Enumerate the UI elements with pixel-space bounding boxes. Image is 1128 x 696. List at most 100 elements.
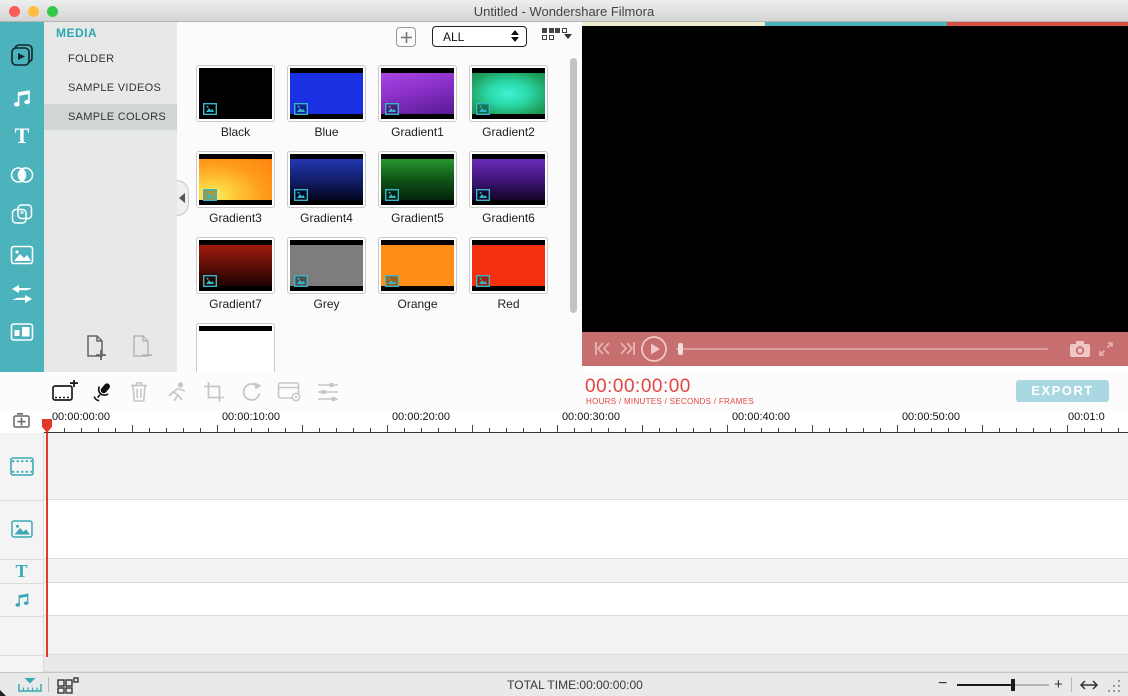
add-to-timeline-icon — [52, 380, 78, 402]
pip-track-icon[interactable] — [11, 520, 33, 538]
media-panel: MEDIA FOLDER SAMPLE VIDEOS SAMPLE COLORS — [44, 22, 177, 372]
media-thumbnail-label: Blue — [281, 125, 372, 139]
sidebar-item-text[interactable]: T — [10, 124, 34, 148]
video-track-lane[interactable] — [44, 433, 1128, 500]
collapse-panel-button[interactable] — [177, 180, 189, 216]
zoom-fit-icon — [16, 677, 44, 693]
zoom-slider[interactable] — [957, 684, 1049, 686]
media-item-sample-videos[interactable]: SAMPLE VIDEOS — [44, 75, 177, 101]
play-button[interactable] — [640, 335, 668, 363]
timeline-toolbar: 00:00:00:00 HOURS / MINUTES / SECONDS / … — [0, 372, 1128, 410]
add-media-button[interactable] — [396, 27, 416, 47]
video-track-icon[interactable] — [10, 457, 34, 476]
track-manager-button[interactable] — [57, 677, 79, 694]
audio-mixer-button[interactable] — [316, 380, 340, 404]
zoom-slider-handle[interactable] — [1011, 679, 1015, 691]
playhead-line[interactable] — [46, 433, 48, 657]
crop-button[interactable] — [202, 380, 226, 404]
skip-start-icon — [594, 341, 610, 356]
media-thumbnail[interactable]: Gradient2 — [463, 65, 554, 122]
sidebar-item-overlays[interactable] — [10, 202, 34, 226]
statusbar-divider — [1071, 677, 1072, 692]
media-thumbnail-label: Gradient7 — [190, 297, 281, 311]
media-thumbnail[interactable]: Gradient4 — [281, 151, 372, 208]
split-button[interactable] — [165, 380, 189, 404]
advanced-settings-button[interactable] — [277, 380, 301, 404]
view-options-button[interactable] — [542, 28, 572, 44]
delete-button[interactable] — [127, 380, 151, 404]
overlap-squares-icon — [10, 202, 34, 226]
text-track-icon[interactable]: T — [15, 561, 27, 581]
statusbar-divider — [48, 677, 49, 692]
media-thumbnail[interactable]: Gradient6 — [463, 151, 554, 208]
media-thumbnail[interactable]: Blue — [281, 65, 372, 122]
skip-end-button[interactable] — [620, 341, 636, 356]
corner-marker — [0, 690, 6, 696]
filter-dropdown[interactable]: ALL — [432, 26, 527, 47]
resize-grip[interactable] — [1108, 680, 1122, 692]
track-header-column: T — [0, 433, 44, 672]
empty-track-lane[interactable] — [44, 616, 1128, 655]
filmora-window: Untitled - Wondershare Filmora T — [0, 0, 1128, 696]
ruler-label: 00:01:0 — [1068, 411, 1105, 423]
media-thumbnail[interactable]: Orange — [372, 237, 463, 294]
media-thumbnail[interactable]: Gradient7 — [190, 237, 281, 294]
media-thumbnail-label: Black — [190, 125, 281, 139]
media-thumbnail[interactable]: Grey — [281, 237, 372, 294]
media-item-folder[interactable]: FOLDER — [44, 46, 177, 72]
fit-timeline-button[interactable] — [1079, 679, 1099, 691]
sidebar-item-audio[interactable] — [10, 85, 34, 109]
text-track-lane[interactable] — [44, 559, 1128, 583]
trash-icon — [127, 380, 151, 404]
ruler-label: 00:00:00:00 — [52, 411, 110, 423]
skip-end-icon — [620, 341, 636, 356]
sidebar-item-elements[interactable] — [10, 243, 34, 267]
sidebar-item-splitscreen[interactable] — [10, 320, 34, 344]
media-thumbnail[interactable]: Gradient5 — [372, 151, 463, 208]
sidebar-item-media[interactable] — [10, 43, 34, 67]
record-voiceover-button[interactable] — [90, 380, 114, 404]
sidebar-item-split[interactable] — [10, 282, 34, 306]
image-badge-icon — [476, 275, 490, 287]
media-thumbnail-label: Gradient6 — [463, 211, 554, 225]
seek-bar[interactable] — [676, 348, 1048, 350]
fullscreen-button[interactable] — [1097, 340, 1115, 358]
rotate-button[interactable] — [240, 380, 264, 404]
fit-width-icon — [1079, 679, 1099, 691]
seek-handle[interactable] — [678, 343, 683, 355]
zoom-to-fit-button[interactable] — [16, 677, 44, 693]
scrollbar-thumb[interactable] — [570, 58, 577, 313]
swap-arrows-icon — [10, 283, 34, 305]
timeline-ruler[interactable]: 00:00:00:00 00:00:10:00 00:00:20:00 00:0… — [0, 410, 1128, 433]
media-thumbnail[interactable]: Gradient3 — [190, 151, 281, 208]
media-thumbnail[interactable]: Gradient1 — [372, 65, 463, 122]
export-button[interactable]: EXPORT — [1016, 380, 1109, 402]
media-thumbnail[interactable] — [190, 323, 281, 372]
add-to-timeline-button[interactable] — [52, 380, 76, 404]
image-badge-icon — [203, 275, 217, 287]
manage-tracks-button[interactable] — [13, 412, 32, 429]
export-settings-icon — [277, 380, 303, 404]
sidebar-item-transitions[interactable] — [10, 163, 34, 187]
media-library-icon — [10, 43, 34, 67]
audio-track-icon[interactable] — [13, 590, 31, 608]
skip-start-button[interactable] — [594, 341, 610, 356]
audio-track-lane[interactable] — [44, 583, 1128, 616]
add-track-icon — [13, 412, 32, 429]
play-icon — [640, 335, 668, 363]
file-minus-icon — [130, 334, 154, 362]
media-thumbnail[interactable]: Black — [190, 65, 281, 122]
pip-track-lane[interactable] — [44, 500, 1128, 559]
media-thumbnail[interactable]: Red — [463, 237, 554, 294]
media-item-sample-colors[interactable]: SAMPLE COLORS — [44, 104, 177, 130]
import-file-button[interactable] — [84, 334, 108, 362]
remove-file-button[interactable] — [130, 334, 154, 362]
ruler-label: 00:00:50:00 — [902, 411, 960, 423]
zoom-out-button[interactable]: − — [938, 675, 947, 693]
snapshot-button[interactable] — [1069, 340, 1091, 358]
media-thumbnail-label: Gradient5 — [372, 211, 463, 225]
image-badge-icon — [294, 103, 308, 115]
file-plus-icon — [84, 334, 108, 362]
library-scrollbar[interactable] — [570, 55, 577, 372]
zoom-in-button[interactable]: + — [1054, 676, 1063, 693]
